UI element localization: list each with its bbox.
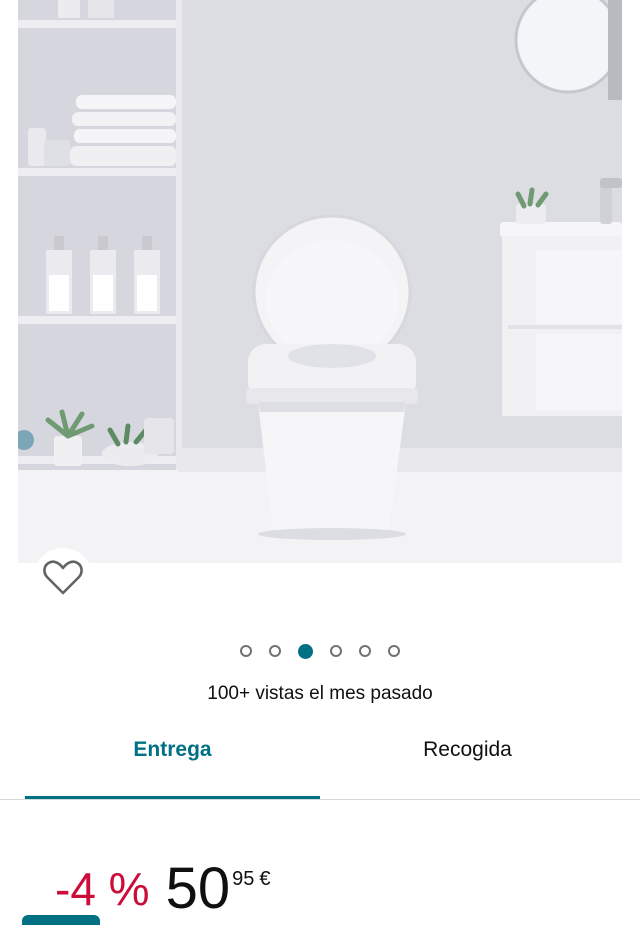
carousel-dot[interactable] — [359, 645, 371, 657]
carousel-dot[interactable] — [330, 645, 342, 657]
price-whole: 50 — [165, 856, 231, 921]
tab-label: Entrega — [133, 738, 212, 761]
product-image[interactable] — [18, 0, 622, 563]
discount-badge: -4 % — [55, 863, 150, 915]
carousel-dot[interactable] — [388, 645, 400, 657]
image-carousel-dots — [0, 644, 640, 659]
tab-entrega[interactable]: Entrega — [25, 738, 320, 800]
tab-recogida[interactable]: Recogida — [320, 738, 615, 800]
carousel-dot-active[interactable] — [298, 644, 313, 659]
heart-outline-icon — [43, 560, 83, 595]
product-page: 100+ vistas el mes pasado Entrega Recogi… — [0, 0, 640, 925]
views-count-text: 100+ vistas el mes pasado — [207, 683, 433, 704]
price-currency: € — [259, 868, 271, 890]
tab-label: Recogida — [423, 738, 512, 761]
carousel-dot[interactable] — [240, 645, 252, 657]
carousel-dot[interactable] — [269, 645, 281, 657]
delivery-tabs: Entrega Recogida — [0, 738, 640, 800]
bottom-accent-bar — [22, 915, 100, 925]
price-block: -4 % 50 95 € — [55, 860, 270, 920]
price-fraction: 95 — [232, 868, 255, 890]
wishlist-button[interactable] — [33, 548, 93, 608]
divider — [0, 799, 640, 800]
